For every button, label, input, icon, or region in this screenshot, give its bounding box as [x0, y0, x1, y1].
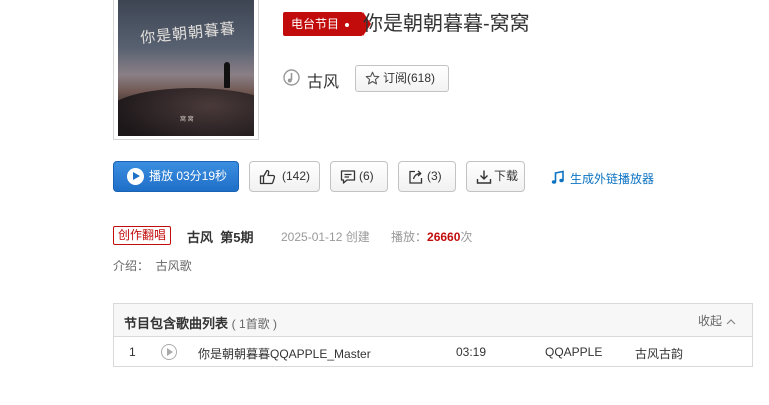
song-list-title-text: 节目包含歌曲列表 — [124, 316, 229, 331]
share-button[interactable]: (3) — [398, 161, 456, 192]
play-icon — [127, 168, 144, 185]
episode-number: 第5期 — [220, 230, 254, 245]
external-player-label: 生成外链播放器 — [570, 172, 655, 186]
row-song-name[interactable]: 你是朝朝暮暮QQAPPLE_Master — [198, 345, 371, 362]
song-list-count: ( 1首歌 ) — [231, 317, 277, 331]
play-count-label: 播放： — [391, 230, 428, 244]
collapse-label: 收起 — [698, 314, 723, 328]
cover-title-text: 你是朝朝暮暮 — [139, 19, 237, 47]
play-count-value: 26660 — [427, 230, 461, 244]
play-button[interactable]: 播放 03分19秒 — [113, 161, 239, 192]
badge-dot — [345, 22, 350, 27]
podcast-icon — [283, 69, 300, 86]
external-player-link[interactable]: 生成外链播放器 — [551, 170, 654, 187]
play-label: 播放 03分19秒 — [149, 169, 228, 183]
subscribe-button[interactable]: 订阅(618) — [355, 65, 449, 92]
download-button[interactable]: 下载 — [466, 161, 525, 192]
author-link[interactable]: 古风 — [307, 68, 339, 92]
cover-small-text: 窝 窝 — [180, 117, 194, 123]
song-list-table: 节目包含歌曲列表 ( 1首歌 ) 收起 1 你是朝朝暮暮QQAPPLE_Mast… — [113, 303, 753, 367]
star-icon — [365, 71, 380, 85]
episode-name: 古风 第5期 — [187, 227, 253, 246]
program-cover: 你是朝朝暮暮 窝 窝 — [113, 0, 259, 140]
row-album[interactable]: 古风古韵 — [635, 345, 683, 362]
cover-image: 你是朝朝暮暮 窝 窝 — [118, 0, 254, 136]
comment-icon — [340, 170, 356, 184]
play-count-unit: 次 — [460, 230, 473, 244]
song-list-header: 节目包含歌曲列表 ( 1首歌 ) 收起 — [114, 304, 752, 337]
share-icon — [409, 170, 423, 184]
table-row[interactable]: 1 你是朝朝暮暮QQAPPLE_Master 03:19 QQAPPLE 古风古… — [114, 337, 752, 367]
comment-count: (6) — [359, 169, 374, 183]
like-icon — [259, 169, 276, 185]
program-title: 你是朝朝暮暮-窝窝 — [363, 13, 530, 35]
badge-label: 电台节目 — [291, 17, 340, 31]
like-count: (142) — [282, 169, 311, 183]
chevron-up-icon — [726, 319, 736, 325]
collapse-button[interactable]: 收起 — [698, 312, 736, 329]
download-icon — [476, 170, 492, 184]
category-tag[interactable]: 创作翻唱 — [113, 226, 172, 245]
music-note-icon — [551, 170, 564, 184]
download-label: 下载 — [494, 169, 519, 183]
comment-button[interactable]: (6) — [330, 161, 388, 192]
song-list-title: 节目包含歌曲列表 ( 1首歌 ) — [124, 313, 277, 332]
radio-program-badge: 电台节目 — [283, 12, 372, 36]
cover-figure — [224, 62, 230, 88]
cover-hill — [118, 88, 254, 136]
play-count: 播放：26660次 — [391, 228, 472, 245]
row-duration: 03:19 — [456, 345, 487, 359]
share-count: (3) — [427, 169, 442, 183]
like-button[interactable]: (142) — [249, 161, 320, 192]
subscribe-label: 订阅(618) — [383, 71, 436, 85]
radio-name[interactable]: 古风 — [187, 230, 213, 245]
row-artist[interactable]: QQAPPLE — [545, 345, 602, 359]
play-icon[interactable] — [161, 344, 177, 360]
program-intro: 介绍： 古风歌 — [113, 259, 192, 273]
row-index: 1 — [129, 345, 136, 359]
created-date: 2025-01-12 创建 — [281, 230, 370, 244]
